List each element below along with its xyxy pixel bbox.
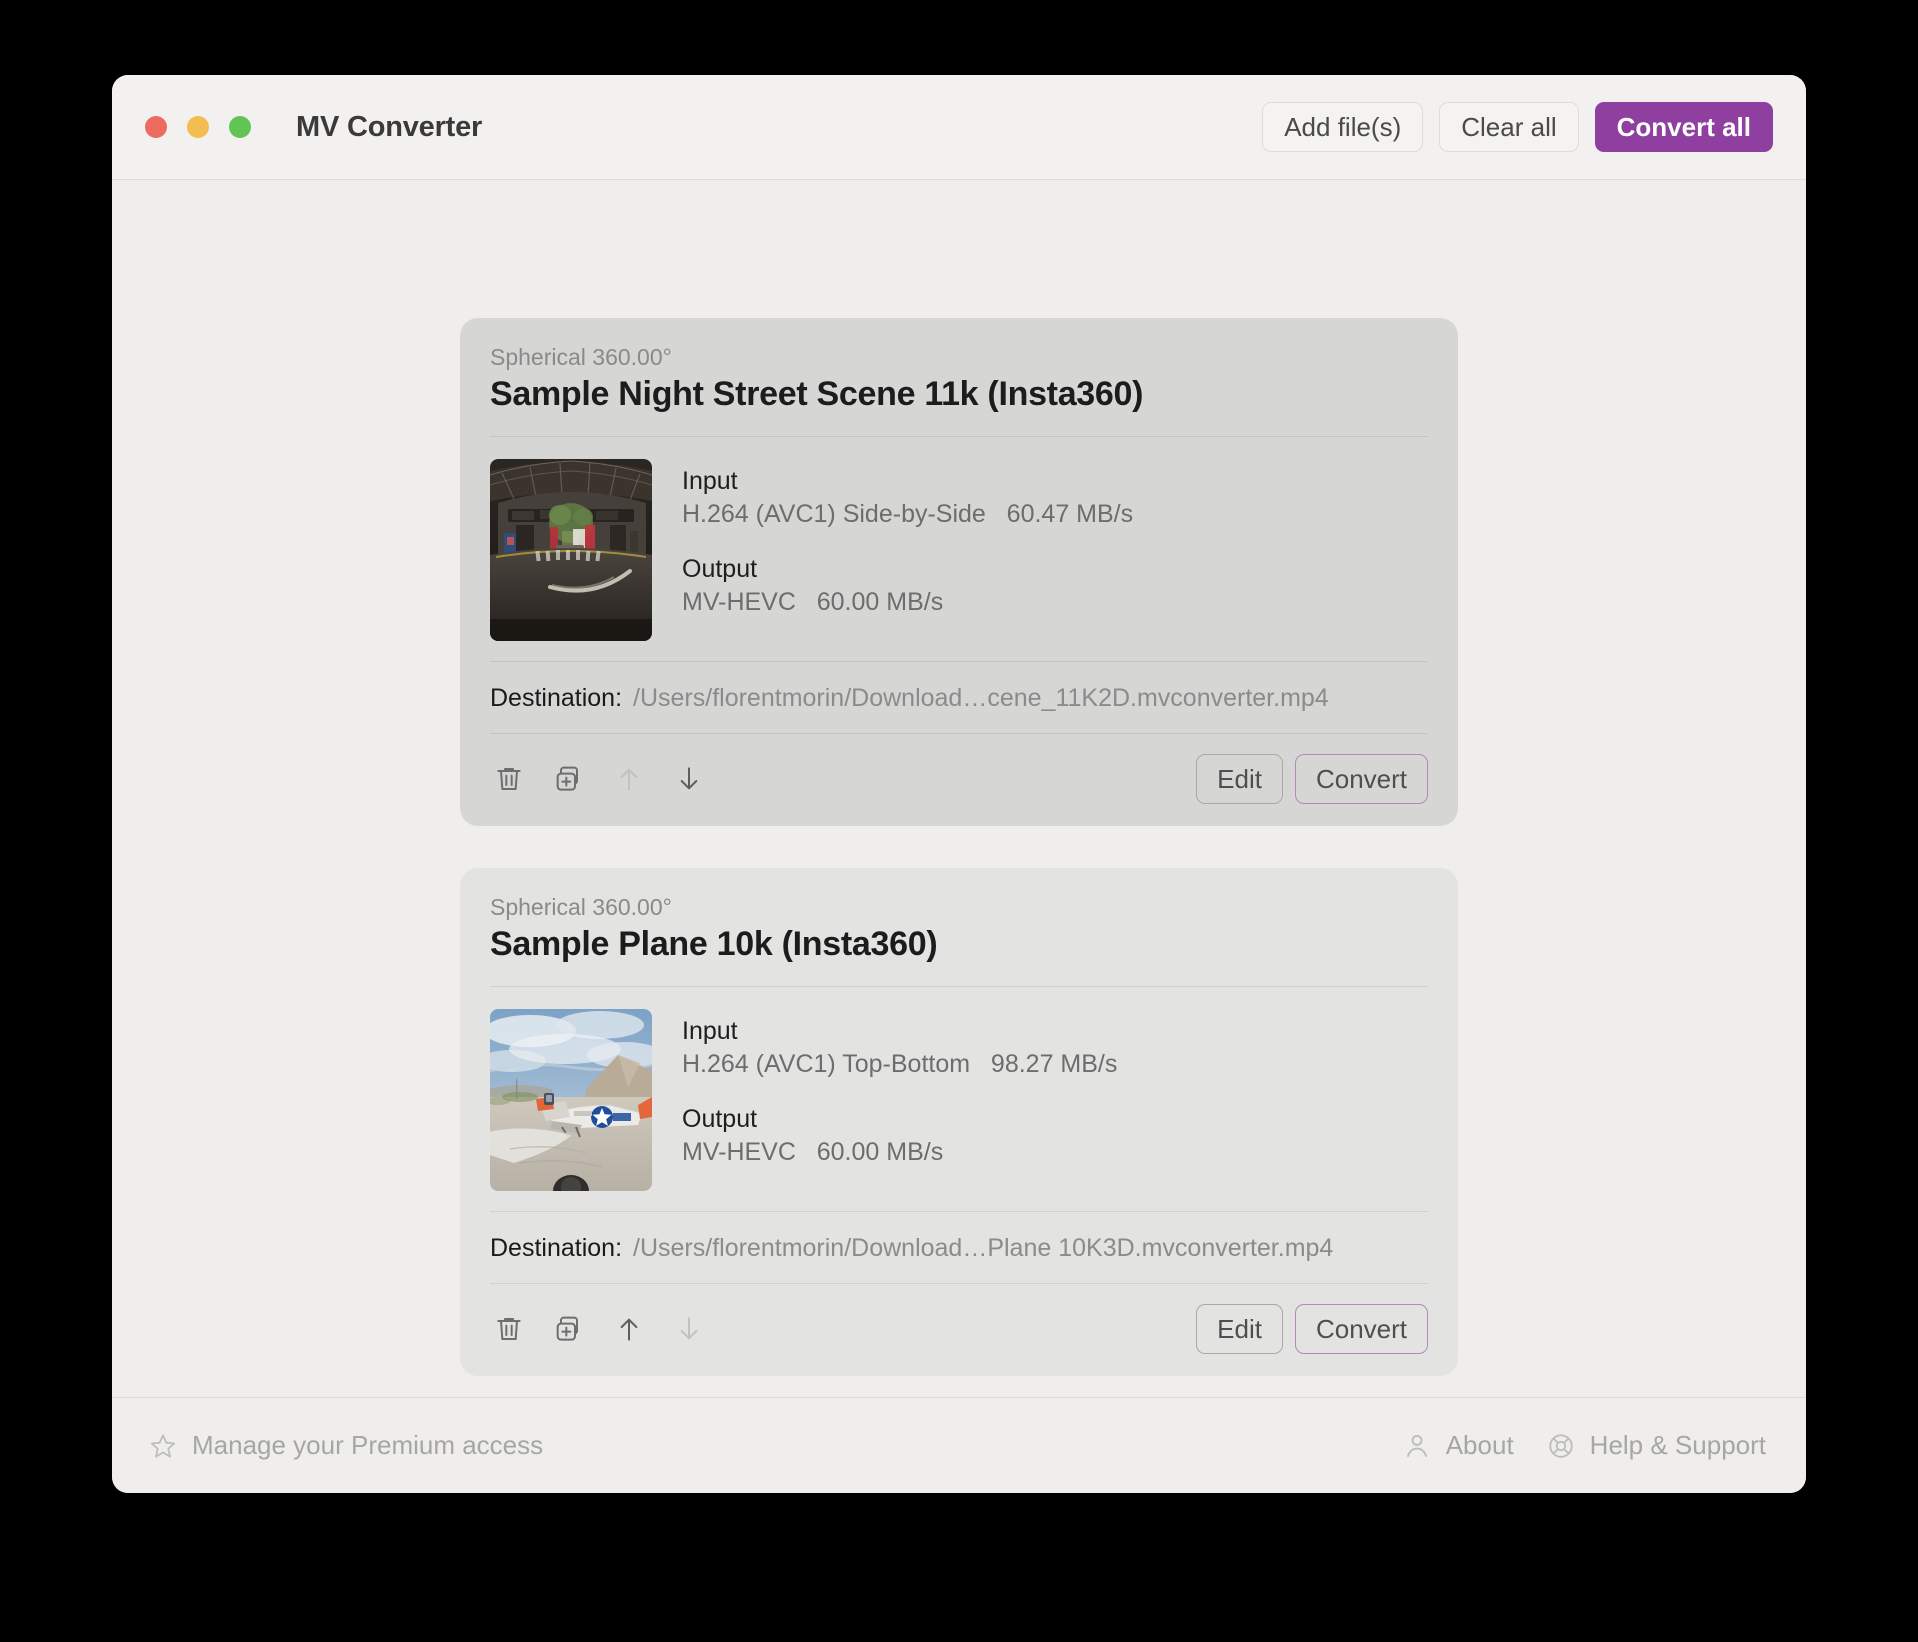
convert-all-button[interactable]: Convert all xyxy=(1594,102,1773,152)
card-primary-actions: Edit Convert xyxy=(1196,1304,1428,1354)
help-support-link[interactable]: Help & Support xyxy=(1546,1430,1766,1461)
file-card: Spherical 360.00° Sample Plane 10k (Inst… xyxy=(460,868,1458,1376)
arrow-down-icon[interactable] xyxy=(670,1310,708,1348)
arrow-down-icon[interactable] xyxy=(670,760,708,798)
add-files-button[interactable]: Add file(s) xyxy=(1262,102,1424,152)
window-title: MV Converter xyxy=(296,110,483,143)
output-value: MV-HEVC 60.00 MB/s xyxy=(682,1138,944,1166)
card-title: Sample Night Street Scene 11k (Insta360) xyxy=(490,375,1144,413)
output-value: MV-HEVC 60.00 MB/s xyxy=(682,588,944,616)
card-icon-buttons xyxy=(490,1310,708,1348)
destination-path[interactable]: /Users/florentmorin/Download…cene_11K2D.… xyxy=(633,684,1329,713)
app-window: MV Converter Add file(s) Clear all Conve… xyxy=(112,75,1806,1493)
maximize-window-button[interactable] xyxy=(229,116,251,138)
destination-path[interactable]: /Users/florentmorin/Download…Plane 10K3D… xyxy=(633,1234,1333,1263)
card-media-row: Input H.264 (AVC1) Top-Bottom 98.27 MB/s… xyxy=(490,987,1428,1211)
clear-all-button[interactable]: Clear all xyxy=(1439,102,1579,152)
card-primary-actions: Edit Convert xyxy=(1196,754,1428,804)
input-value: H.264 (AVC1) Side-by-Side 60.47 MB/s xyxy=(682,500,1134,528)
input-label: Input xyxy=(682,1017,738,1045)
output-spec: Output MV-HEVC 60.00 MB/s xyxy=(682,1103,1117,1169)
arrow-up-icon[interactable] xyxy=(610,1310,648,1348)
close-window-button[interactable] xyxy=(145,116,167,138)
trash-icon[interactable] xyxy=(490,760,528,798)
file-list: Spherical 360.00° Sample Night Street Sc… xyxy=(112,180,1806,1397)
footer-right-group: About Help & Support xyxy=(1402,1430,1766,1461)
arrow-up-icon[interactable] xyxy=(610,760,648,798)
destination-row: Destination: /Users/florentmorin/Downloa… xyxy=(490,1212,1428,1283)
trash-icon[interactable] xyxy=(490,1310,528,1348)
star-icon xyxy=(148,1431,178,1461)
night-street-360-thumbnail[interactable] xyxy=(490,459,652,641)
output-spec: Output MV-HEVC 60.00 MB/s xyxy=(682,553,1133,619)
edit-button[interactable]: Edit xyxy=(1196,754,1283,804)
destination-label: Destination: xyxy=(490,684,623,712)
file-card: Spherical 360.00° Sample Night Street Sc… xyxy=(460,318,1458,826)
desert-plane-360-thumbnail[interactable] xyxy=(490,1009,652,1191)
card-specs: Input H.264 (AVC1) Top-Bottom 98.27 MB/s… xyxy=(682,1009,1117,1191)
destination-label: Destination: xyxy=(490,1234,623,1262)
help-support-label: Help & Support xyxy=(1589,1430,1766,1460)
card-specs: Input H.264 (AVC1) Side-by-Side 60.47 MB… xyxy=(682,459,1133,641)
output-label: Output xyxy=(682,1105,758,1133)
convert-button[interactable]: Convert xyxy=(1294,1304,1428,1354)
card-actions: Edit Convert xyxy=(490,734,1428,804)
input-value: H.264 (AVC1) Top-Bottom 98.27 MB/s xyxy=(682,1050,1118,1078)
minimize-window-button[interactable] xyxy=(187,116,209,138)
input-spec: Input H.264 (AVC1) Side-by-Side 60.47 MB… xyxy=(682,465,1133,531)
card-projection-type: Spherical 360.00° xyxy=(490,344,672,370)
manage-premium-access-label: Manage your Premium access xyxy=(192,1430,544,1460)
destination-row: Destination: /Users/florentmorin/Downloa… xyxy=(490,662,1428,733)
card-icon-buttons xyxy=(490,760,708,798)
card-projection-type: Spherical 360.00° xyxy=(490,894,672,920)
toolbar-actions: Add file(s) Clear all Convert all xyxy=(1262,102,1773,152)
card-media-row: Input H.264 (AVC1) Side-by-Side 60.47 MB… xyxy=(490,437,1428,661)
duplicate-icon[interactable] xyxy=(550,1310,588,1348)
edit-button[interactable]: Edit xyxy=(1196,1304,1283,1354)
card-title: Sample Plane 10k (Insta360) xyxy=(490,925,938,963)
card-actions: Edit Convert xyxy=(490,1284,1428,1354)
about-link[interactable]: About xyxy=(1402,1430,1514,1461)
lifebuoy-icon xyxy=(1546,1431,1576,1461)
duplicate-icon[interactable] xyxy=(550,760,588,798)
manage-premium-access-link[interactable]: Manage your Premium access xyxy=(148,1430,543,1461)
title-bar: MV Converter Add file(s) Clear all Conve… xyxy=(112,75,1806,180)
convert-button[interactable]: Convert xyxy=(1294,754,1428,804)
about-label: About xyxy=(1445,1430,1514,1460)
person-icon xyxy=(1402,1431,1432,1461)
input-spec: Input H.264 (AVC1) Top-Bottom 98.27 MB/s xyxy=(682,1015,1117,1081)
output-label: Output xyxy=(682,555,758,583)
input-label: Input xyxy=(682,467,738,495)
footer-bar: Manage your Premium access About Help & … xyxy=(112,1397,1806,1493)
traffic-lights xyxy=(145,116,251,138)
